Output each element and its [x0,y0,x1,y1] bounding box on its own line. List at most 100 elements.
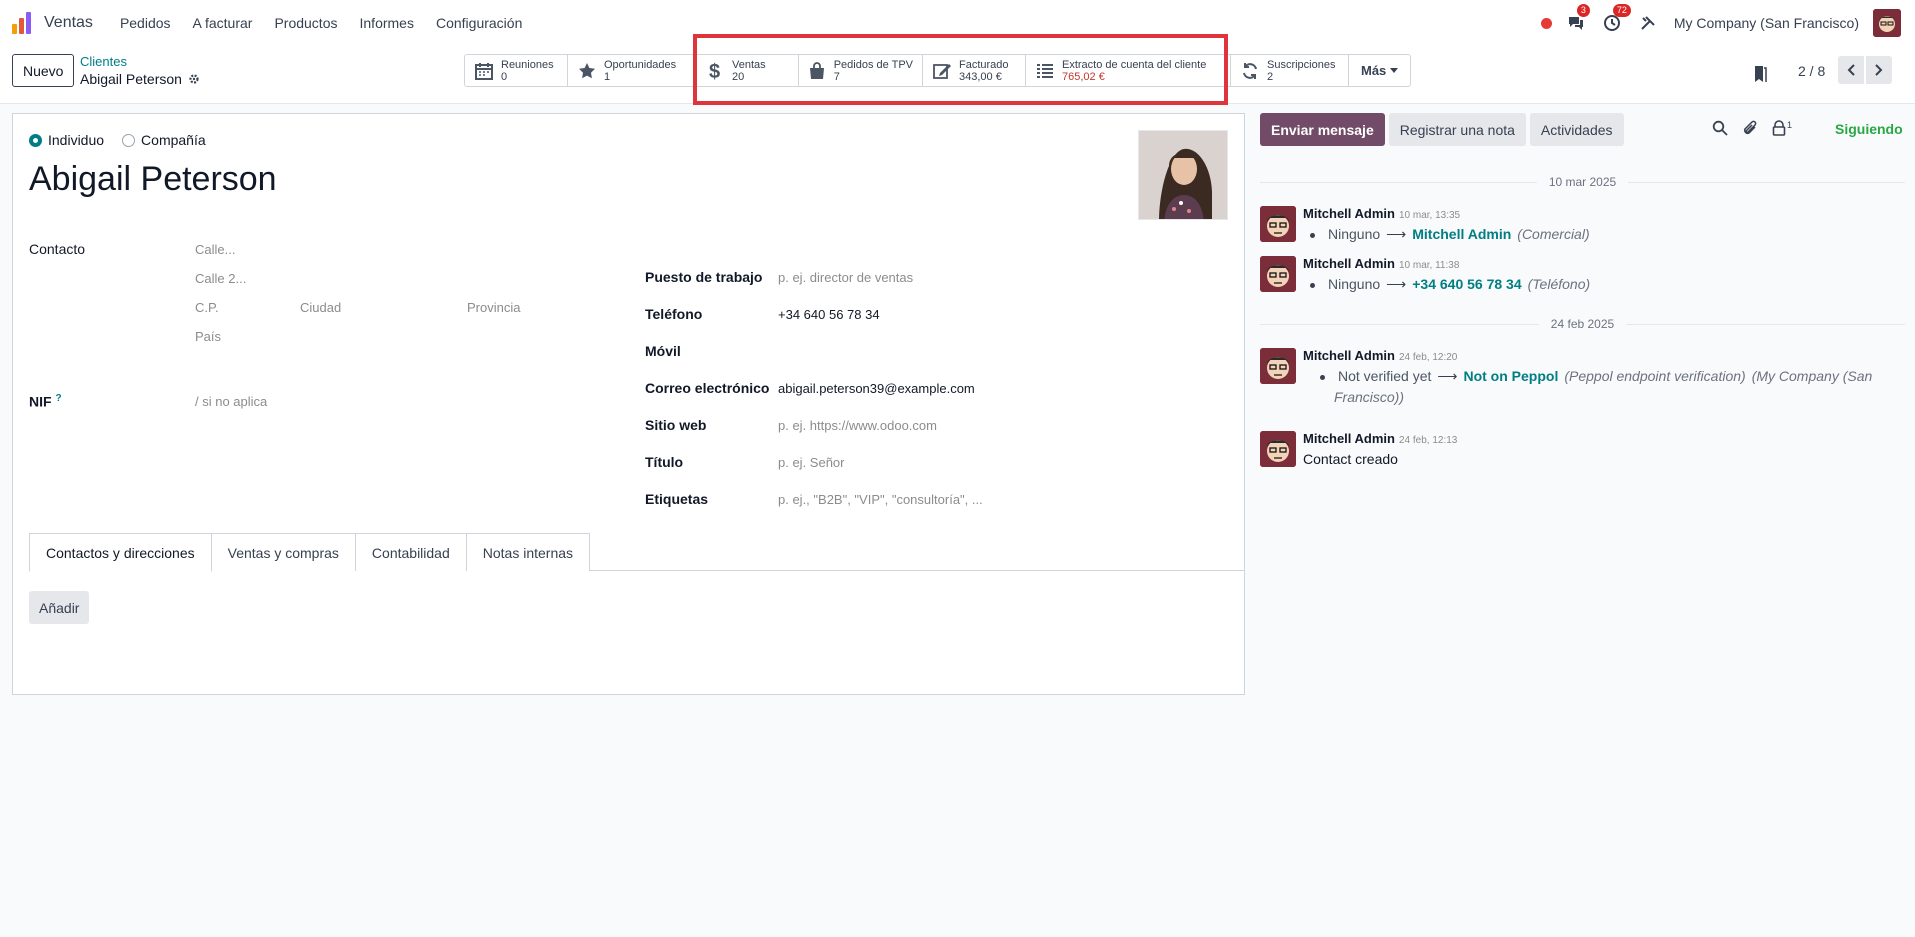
new-value: Not on Peppol [1463,368,1559,384]
chat-icon[interactable]: 3 [1566,4,1590,33]
smart-button-oportunidades[interactable]: Oportunidades 1 [568,55,696,86]
vat-label: NIF ? [29,393,62,410]
following-button[interactable]: Siguiendo [1835,121,1903,137]
phone-input[interactable]: +34 640 56 78 34 [778,307,880,322]
company-switcher[interactable]: My Company (San Francisco) [1674,15,1859,31]
menu-a-facturar[interactable]: A facturar [193,15,253,31]
field-name: (Comercial) [1517,226,1590,242]
title-input[interactable]: p. ej. Señor [778,455,845,470]
website-input[interactable]: p. ej. https://www.odoo.com [778,418,937,433]
job-input[interactable]: p. ej. director de ventas [778,270,913,285]
author-avatar[interactable] [1260,348,1296,384]
smart-value: 2 [1267,70,1274,83]
street-input[interactable]: Calle... [195,242,235,257]
chatter-topbar: Enviar mensaje Registrar una nota Activi… [1260,113,1624,146]
smart-button-extracto[interactable]: Extracto de cuenta del cliente 765,02 € [1026,55,1231,86]
author-avatar[interactable] [1260,256,1296,292]
svg-text:$: $ [709,61,720,81]
tab-notas-internas[interactable]: Notas internas [465,533,591,571]
tab-contactos-direcciones[interactable]: Contactos y direcciones [29,533,212,572]
company-type-radio: Individuo Compañía [29,132,206,148]
tab-ventas-compras[interactable]: Ventas y compras [210,533,356,571]
tags-input[interactable]: p. ej., "B2B", "VIP", "consultoría", ... [778,492,983,507]
message-author[interactable]: Mitchell Admin [1303,348,1395,363]
paperclip-icon[interactable] [1742,120,1758,136]
date-separator-label: 24 feb 2025 [1550,317,1615,331]
email-label: Correo electrónico [645,380,770,396]
tab-contabilidad[interactable]: Contabilidad [354,533,467,571]
message-author[interactable]: Mitchell Admin [1303,431,1395,446]
smart-button-ventas[interactable]: $ Ventas 20 [696,55,799,86]
more-button[interactable]: Más [1349,55,1410,86]
user-avatar[interactable] [1873,9,1901,37]
more-label: Más [1361,63,1387,78]
tracking-line: Ninguno ⟶ Mitchell Admin (Comercial) [1310,226,1590,243]
activities-button[interactable]: Actividades [1529,113,1624,146]
smart-button-facturado[interactable]: Facturado 343,00 € [923,55,1026,86]
author-avatar[interactable] [1260,206,1296,242]
star-icon [576,60,598,82]
message-author[interactable]: Mitchell Admin [1303,206,1395,221]
smart-button-reuniones[interactable]: Reuniones 0 [465,55,568,86]
field-company: (My Company (San [1751,368,1873,384]
smart-value: 20 [732,70,745,83]
help-icon[interactable]: ? [55,393,61,404]
activity-clock-icon[interactable]: 72 [1602,4,1631,33]
zip-input[interactable]: C.P. [195,300,219,315]
smart-button-pedidos-tpv[interactable]: Pedidos de TPV 7 [799,55,923,86]
menu-configuracion[interactable]: Configuración [436,15,522,31]
radio-individual[interactable]: Individuo [29,132,104,148]
field-company-cont: Francisco)) [1334,389,1405,405]
menu-informes[interactable]: Informes [360,15,414,31]
control-panel: Nuevo Clientes Abigail Peterson Reunione… [0,46,1915,104]
country-input[interactable]: País [195,329,221,344]
radio-label: Compañía [141,132,206,148]
record-dot-icon[interactable] [1540,17,1552,29]
old-value: Not verified yet [1338,368,1432,384]
top-navbar: Ventas Pedidos A facturar Productos Info… [0,0,1915,46]
mobile-input[interactable] [778,343,1078,361]
breadcrumb-clientes[interactable]: Clientes [80,54,127,69]
sales-app-icon[interactable] [12,12,34,34]
followers-button[interactable]: 1 [1772,120,1792,136]
gear-icon[interactable] [188,73,200,85]
tools-icon[interactable] [1638,13,1658,33]
smart-buttons: Reuniones 0 Oportunidades 1 $ Ventas 20 Ped… [464,54,1412,87]
bookmark-icon[interactable] [1752,64,1768,84]
title-label: Título [645,454,684,470]
add-contact-button[interactable]: Añadir [29,591,90,624]
old-value: Ninguno [1328,226,1381,242]
radio-unchecked-icon [122,133,136,147]
smart-button-suscripciones[interactable]: Suscripciones 2 [1231,55,1349,86]
pencil-square-icon [931,60,953,82]
smart-label: Extracto de cuenta del cliente [1062,58,1207,71]
partner-photo[interactable] [1138,130,1228,220]
calendar-icon [473,60,495,82]
message-author[interactable]: Mitchell Admin [1303,256,1395,271]
tracking-line: Ninguno ⟶ +34 640 56 78 34 (Teléfono) [1310,276,1590,293]
pager-previous-button[interactable] [1838,56,1864,84]
job-label: Puesto de trabajo [645,269,763,285]
email-input[interactable]: abigail.peterson39@example.com [778,381,975,396]
state-input[interactable]: Provincia [467,300,520,315]
menu-pedidos[interactable]: Pedidos [120,15,171,31]
caret-down-icon [1390,67,1399,73]
new-button[interactable]: Nuevo [12,54,75,87]
partner-name-input[interactable]: Abigail Peterson [29,160,277,199]
tracking-line: Not verified yet ⟶ Not on Peppol (Peppol en… [1320,368,1872,385]
vat-input[interactable]: / si no aplica [195,394,267,409]
author-avatar[interactable] [1260,431,1296,467]
radio-company[interactable]: Compañía [122,132,206,148]
chatter-message: Mitchell Admin 24 feb, 12:13 Contact crea… [1260,431,1905,471]
log-note-button[interactable]: Registrar una nota [1388,113,1526,146]
search-icon[interactable] [1712,120,1728,136]
smart-value: 765,02 € [1062,70,1105,83]
app-name[interactable]: Ventas [44,14,93,32]
menu-productos[interactable]: Productos [274,15,337,31]
send-message-button[interactable]: Enviar mensaje [1260,113,1385,146]
pager-next-button[interactable] [1866,56,1892,84]
city-input[interactable]: Ciudad [300,300,341,315]
arrow-right-icon: ⟶ [1437,368,1458,384]
pager-value[interactable]: 2 / 8 [1798,63,1825,79]
street2-input[interactable]: Calle 2... [195,271,246,286]
